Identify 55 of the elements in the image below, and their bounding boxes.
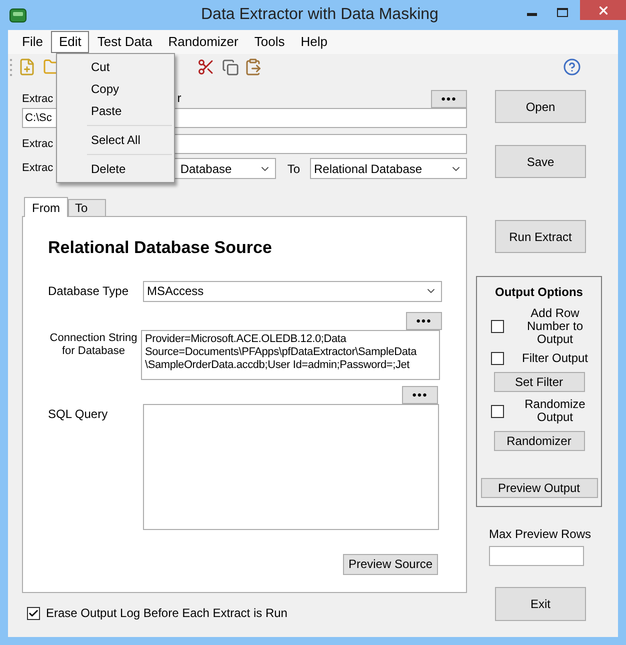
section-heading: Relational Database Source [48,237,273,259]
open-button[interactable]: Open [495,90,586,123]
browse-button[interactable]: ••• [402,386,438,404]
run-extract-button[interactable]: Run Extract [495,220,586,253]
menu-item[interactable]: Randomizer [160,31,246,53]
field-label: SQL Query [48,406,109,422]
option-button[interactable]: Set Filter [494,372,584,392]
group-title: Output Options [495,284,583,301]
checkbox[interactable] [491,320,504,333]
exit-button[interactable]: Exit [495,587,586,621]
checkbox[interactable] [491,352,504,365]
field-label: Database Type [48,283,130,300]
app-icon [9,7,27,23]
help-icon[interactable] [563,58,581,76]
maximize-icon[interactable] [557,8,568,17]
tab[interactable]: From [24,197,68,217]
preview-output-button[interactable]: Preview Output [480,478,598,498]
checkbox[interactable] [491,404,504,418]
field-label: Max Preview Rows [489,526,592,543]
input-field[interactable] [489,546,584,566]
field-label: r [177,90,182,107]
dropdown[interactable]: MSAccess [143,280,442,302]
menu-item[interactable]: Tools [246,31,293,53]
close-icon [596,4,610,16]
menu-item[interactable]: Edit [50,31,90,53]
tab[interactable]: To [68,199,106,216]
checkbox-label: Randomize Output [524,398,586,424]
checkbox[interactable] [27,606,40,620]
close-button[interactable] [580,0,626,20]
field-label: Extrac [22,161,54,176]
menu-item[interactable]: File [14,31,51,53]
preview-source-button[interactable]: Preview Source [343,554,438,574]
grip-icon [10,58,13,76]
checkbox-label: Erase Output Log Before Each Extract is Run [46,605,288,622]
menu-item[interactable]: Cut [57,56,174,78]
copy-icon[interactable] [222,58,239,76]
menu-item[interactable]: Copy [57,78,174,100]
menu-item[interactable]: Help [292,31,336,53]
browse-button[interactable]: ••• [431,90,467,108]
field-label: Connection String for Database [48,332,138,358]
checkbox-label: Add Row Number to Output [526,307,584,346]
scissors-icon[interactable] [197,58,215,76]
field-label: Extrac [22,92,54,106]
menu-item[interactable]: Select All [57,129,174,151]
dropdown[interactable]: Relational Database [310,158,467,179]
text-area[interactable]: Provider=Microsoft.ACE.OLEDB.12.0;Data Source=Documents\PFApps\pfDataExtractor\SampleData \SampleOrderData.accdb;User Id=admin;Password=;Jet [141,330,440,380]
browse-button[interactable]: ••• [406,312,442,330]
paste-icon[interactable] [244,58,262,76]
save-button[interactable]: Save [495,145,586,178]
window-title: Data Extractor with Data Masking [201,5,438,25]
checkbox-label: Filter Output [520,352,590,365]
menu-item[interactable]: Test Data [89,31,160,53]
option-button[interactable]: Randomizer [494,431,584,451]
field-label: Extrac [22,136,54,152]
field-label: To [287,160,300,178]
